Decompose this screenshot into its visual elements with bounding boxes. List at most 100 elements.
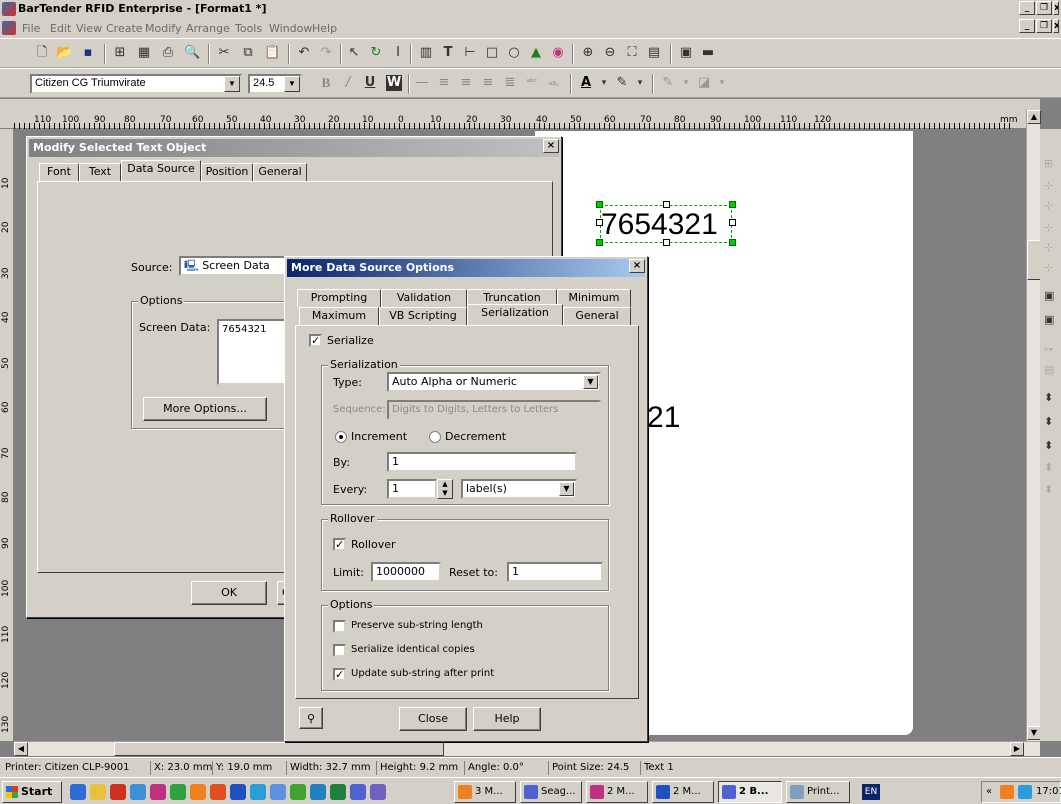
selection-handle[interactable]	[596, 239, 603, 246]
undo-icon[interactable]: ↶	[296, 45, 312, 61]
language-indicator[interactable]: EN	[862, 784, 880, 800]
justify-icon[interactable]: ≣	[502, 75, 518, 91]
form-view-icon[interactable]: ▣	[678, 45, 694, 61]
tab-text[interactable]: Text	[79, 163, 121, 181]
tool-icon[interactable]: ⊶	[1044, 345, 1053, 355]
print-icon[interactable]: ⎙	[160, 45, 176, 61]
copy-icon[interactable]: ⧉	[240, 45, 256, 61]
tool-icon[interactable]: ⊹	[1044, 241, 1053, 254]
font-color-icon[interactable]: A	[578, 75, 594, 91]
rfid-tool-icon[interactable]: ◉	[550, 45, 566, 61]
selection-handle[interactable]	[596, 219, 603, 226]
reset-to-input[interactable]: 1	[507, 562, 603, 582]
task-button[interactable]: Seag...	[520, 781, 582, 803]
chevron-down-icon[interactable]: ▾	[596, 75, 612, 91]
font-name-select[interactable]: Citizen CG Triumvirate ▼	[30, 74, 242, 94]
barcode-icon[interactable]: ▥	[418, 45, 434, 61]
ie-icon[interactable]	[70, 784, 86, 800]
powerpoint-icon[interactable]	[210, 784, 226, 800]
text-cursor-icon[interactable]: I	[390, 45, 406, 61]
selected-text-object[interactable]: 7654321	[601, 208, 718, 242]
text-arc-icon[interactable]: ᵃᵇᶜ	[524, 75, 540, 91]
task-button[interactable]: 2 M...	[652, 781, 714, 803]
task-button[interactable]: 2 M...	[586, 781, 648, 803]
tool-icon[interactable]: ⊹	[1044, 221, 1053, 234]
tool-icon[interactable]: ⊹	[1044, 179, 1053, 192]
new-icon[interactable]: 🗋	[34, 45, 50, 61]
task-button[interactable]: Print...	[786, 781, 850, 803]
picture-tool-icon[interactable]: ▲	[528, 45, 544, 61]
line-color-icon[interactable]: ✎	[660, 75, 676, 91]
help-context-icon[interactable]: ⚲	[299, 707, 323, 729]
preserve-substring-checkbox[interactable]	[333, 620, 346, 633]
tray-icon[interactable]	[1000, 785, 1014, 799]
menu-view[interactable]: View	[76, 22, 102, 35]
print-preview-icon[interactable]: 🔍	[184, 45, 200, 61]
tool-icon[interactable]: ▣	[1044, 313, 1054, 326]
app-icon[interactable]	[130, 784, 146, 800]
menu-create[interactable]: Create	[106, 22, 143, 35]
tab-validation[interactable]: Validation	[381, 289, 467, 307]
grid-icon[interactable]: ▦	[136, 45, 152, 61]
document-icon[interactable]	[2, 21, 16, 35]
tool-icon[interactable]: ⬍	[1044, 461, 1053, 474]
printer-setup-icon[interactable]: ▬	[700, 45, 716, 61]
horizontal-scrollbar[interactable]: ◀ ▶	[14, 741, 1040, 756]
tool-icon[interactable]: ⊹	[1044, 199, 1053, 212]
line-tool-icon[interactable]: ⊢	[462, 45, 478, 61]
reverse-icon[interactable]: W	[386, 75, 402, 91]
tool-icon[interactable]: ▤	[1044, 363, 1054, 376]
task-button-active[interactable]: 2 B...	[718, 781, 782, 803]
more-options-button[interactable]: More Options...	[143, 397, 267, 421]
rotate-icon[interactable]: ↻	[368, 45, 384, 61]
serialize-checkbox[interactable]: ✓	[309, 334, 322, 347]
tab-general[interactable]: General	[253, 163, 307, 181]
selection-handle[interactable]	[729, 239, 736, 246]
vertical-scrollbar[interactable]: ▲ ▼	[1026, 110, 1041, 741]
chevron-down-icon[interactable]: ▾	[714, 75, 730, 91]
doc-restore-button[interactable]: ❐	[1036, 19, 1052, 33]
type-select[interactable]: Auto Alpha or Numeric ▼	[387, 372, 601, 392]
menu-modify[interactable]: Modify	[145, 22, 181, 35]
selection-handle[interactable]	[663, 201, 670, 208]
ok-button[interactable]: OK	[191, 581, 267, 605]
bold-button[interactable]: B	[318, 75, 334, 91]
pointer-icon[interactable]: ↖	[346, 45, 362, 61]
zoom-out-icon[interactable]: ⊖	[602, 45, 618, 61]
app-icon[interactable]	[250, 784, 266, 800]
tab-position[interactable]: Position	[201, 163, 253, 181]
tab-vb-scripting[interactable]: VB Scripting	[379, 307, 467, 325]
tab-minimum[interactable]: Minimum	[557, 289, 631, 307]
app-icon[interactable]	[190, 784, 206, 800]
every-input[interactable]: 1	[387, 479, 437, 499]
app-icon[interactable]	[310, 784, 326, 800]
menu-file[interactable]: File	[22, 22, 40, 35]
start-button[interactable]: Start	[2, 781, 62, 803]
tab-general[interactable]: General	[563, 307, 631, 325]
menu-tools[interactable]: Tools	[235, 22, 262, 35]
selection-handle[interactable]	[596, 201, 603, 208]
tool-icon[interactable]: ⊹	[1044, 261, 1053, 274]
align-center-icon[interactable]: ≡	[458, 75, 474, 91]
chevron-down-icon[interactable]: ▼	[224, 76, 240, 92]
scroll-down-icon[interactable]: ▼	[1027, 726, 1041, 740]
align-left-icon[interactable]: ≡	[436, 75, 452, 91]
doc-minimize-button[interactable]: _	[1019, 19, 1035, 33]
redo-icon[interactable]: ↷	[318, 45, 334, 61]
every-spinner[interactable]: ▲ ▼	[437, 479, 453, 499]
scroll-up-icon[interactable]: ▲	[1027, 110, 1041, 124]
zoom-fit-icon[interactable]: ⛶	[624, 45, 640, 61]
save-icon[interactable]: ▪	[80, 45, 96, 61]
font-size-select[interactable]: 24.5 ▼	[248, 74, 302, 94]
close-button[interactable]: Close	[399, 707, 467, 731]
underline-button[interactable]: U	[362, 75, 378, 91]
tab-serialization[interactable]: Serialization	[467, 304, 563, 325]
limit-input[interactable]: 1000000	[371, 562, 441, 582]
menu-edit[interactable]: Edit	[50, 22, 71, 35]
tool-icon[interactable]: ⬍	[1044, 439, 1053, 452]
tool-icon[interactable]: ⬍	[1044, 391, 1053, 404]
rectangle-tool-icon[interactable]: □	[484, 45, 500, 61]
close-icon[interactable]: x	[1053, 1, 1059, 15]
excel-icon[interactable]	[170, 784, 186, 800]
tab-font[interactable]: Font	[39, 163, 79, 181]
